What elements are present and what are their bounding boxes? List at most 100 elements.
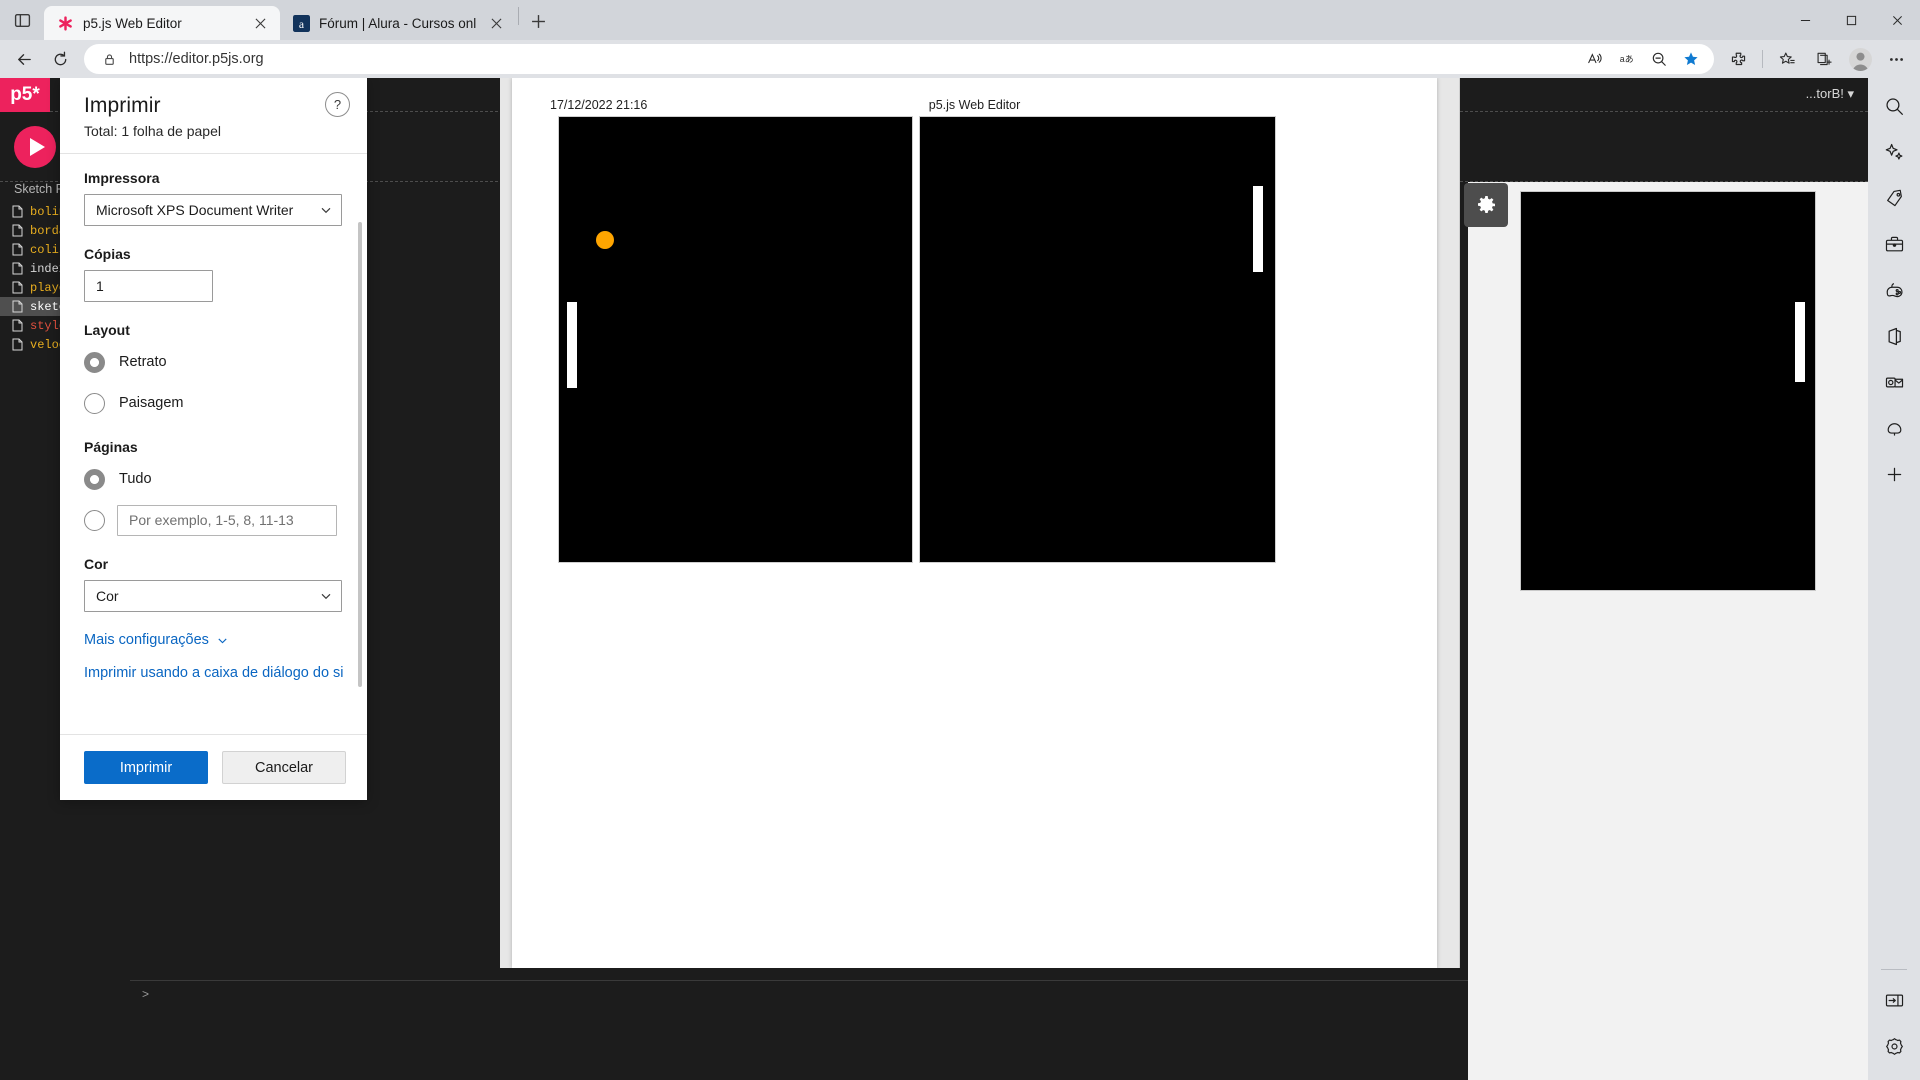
tab-strip: p5.js Web Editor a Fórum | Alura - Curso… — [0, 0, 1920, 40]
custom-pages-placeholder: Por exemplo, 1-5, 8, 11-13 — [129, 512, 294, 528]
system-dialog-label: Imprimir usando a caixa de diálogo do si… — [84, 665, 343, 681]
chevron-down-icon — [218, 638, 227, 643]
print-total-sheets: Total: 1 folha de papel — [84, 123, 221, 139]
minimize-button[interactable] — [1782, 0, 1828, 40]
chevron-down-icon — [321, 593, 331, 600]
copilot-icon[interactable] — [1876, 134, 1912, 170]
tools-icon[interactable] — [1876, 226, 1912, 262]
print-dialog-title: Imprimir — [84, 94, 161, 117]
back-icon[interactable] — [6, 43, 42, 75]
outlook-icon[interactable] — [1876, 364, 1912, 400]
more-settings-link[interactable]: Mais configurações — [84, 632, 343, 648]
close-window-button[interactable] — [1874, 0, 1920, 40]
copies-value: 1 — [96, 278, 104, 294]
close-icon[interactable] — [249, 12, 271, 34]
settings-gear-icon[interactable] — [1876, 1028, 1912, 1064]
printer-label: Impressora — [84, 170, 160, 186]
print-settings-scrollbar[interactable] — [358, 162, 362, 706]
print-dialog: Imprimir Total: 1 folha de papel ? Impre… — [60, 78, 367, 800]
toolbar-right — [1720, 43, 1914, 75]
svg-text:aあ: aあ — [1620, 54, 1634, 64]
shopping-tag-icon[interactable] — [1876, 180, 1912, 216]
add-icon[interactable] — [1876, 456, 1912, 492]
alura-a-icon: a — [293, 14, 310, 32]
pong-canvas-left — [558, 116, 913, 563]
printer-select[interactable]: Microsoft XPS Document Writer — [84, 194, 342, 226]
maximize-button[interactable] — [1828, 0, 1874, 40]
translate-icon[interactable]: aあ — [1612, 46, 1642, 72]
radio-tudo[interactable] — [84, 468, 105, 490]
layout-option-label: Paisagem — [119, 395, 184, 411]
profile-icon[interactable] — [1843, 43, 1877, 75]
print-settings-scroll-thumb[interactable] — [358, 222, 362, 687]
copies-group: Cópias 1 — [84, 246, 343, 302]
address-bar[interactable]: https://editor.p5js.org aあ — [84, 44, 1714, 74]
print-button[interactable]: Imprimir — [84, 751, 208, 784]
collections-icon[interactable] — [1769, 43, 1805, 75]
color-label: Cor — [84, 556, 109, 572]
custom-pages-input[interactable]: Por exemplo, 1-5, 8, 11-13 — [117, 504, 337, 536]
url-text[interactable]: https://editor.p5js.org — [120, 51, 1580, 67]
pages-option-tudo[interactable]: Tudo — [84, 463, 343, 495]
pages-label: Páginas — [84, 439, 138, 455]
zoom-out-icon[interactable] — [1644, 46, 1674, 72]
print-dialog-footer: Imprimir Cancelar — [60, 734, 367, 800]
print-preview-overlay: 17/12/2022 21:16 p5.js Web Editor Imprim… — [0, 78, 1868, 1080]
radio-retrato[interactable] — [84, 351, 105, 373]
pages-option-label: Tudo — [119, 471, 152, 487]
print-preview-region: 17/12/2022 21:16 p5.js Web Editor — [500, 78, 1460, 968]
more-icon[interactable] — [1878, 43, 1914, 75]
tab-title: Fórum | Alura - Cursos online de — [319, 15, 476, 31]
radio-custom-pages[interactable] — [84, 509, 105, 531]
drop-icon[interactable] — [1876, 410, 1912, 446]
tab-title: p5.js Web Editor — [83, 15, 182, 31]
pong-canvas-right — [919, 116, 1276, 563]
office-icon[interactable] — [1876, 318, 1912, 354]
new-tab-button[interactable] — [521, 4, 555, 38]
refresh-icon[interactable] — [42, 43, 78, 75]
extensions-icon[interactable] — [1720, 43, 1756, 75]
layout-label: Layout — [84, 322, 130, 338]
printer-group: Impressora Microsoft XPS Document Writer — [84, 170, 343, 226]
copies-input[interactable]: 1 — [84, 270, 213, 302]
preview-page: 17/12/2022 21:16 p5.js Web Editor — [512, 78, 1437, 968]
layout-option-paisagem[interactable]: Paisagem — [84, 387, 343, 419]
pong-paddle-right — [1253, 186, 1263, 272]
tab-p5js-web-editor[interactable]: p5.js Web Editor — [44, 6, 280, 40]
tab-actions-icon[interactable] — [0, 0, 44, 40]
system-dialog-link[interactable]: Imprimir usando a caixa de diálogo do si… — [84, 665, 343, 681]
omnibox-actions: aあ — [1580, 46, 1710, 72]
copies-label: Cópias — [84, 246, 131, 262]
layout-group: Layout Retrato Paisagem — [84, 322, 343, 419]
edge-sidebar — [1868, 78, 1920, 1080]
color-value: Cor — [96, 588, 119, 604]
toolbar-divider — [1762, 50, 1763, 68]
expand-sidebar-icon[interactable] — [1876, 982, 1912, 1018]
cancel-button[interactable]: Cancelar — [222, 751, 346, 784]
tab-forum-alura[interactable]: a Fórum | Alura - Cursos online de — [280, 6, 516, 40]
color-select[interactable]: Cor — [84, 580, 342, 612]
search-icon[interactable] — [1876, 88, 1912, 124]
chevron-down-icon — [321, 207, 331, 214]
read-aloud-icon[interactable] — [1580, 46, 1610, 72]
tab-divider — [518, 7, 519, 25]
print-dialog-header: Imprimir Total: 1 folha de papel ? — [60, 78, 367, 153]
sidebar-divider — [1881, 969, 1907, 970]
pong-ball — [596, 231, 614, 249]
close-icon[interactable] — [485, 12, 507, 34]
window-controls — [1782, 0, 1920, 40]
favorite-star-icon[interactable] — [1676, 46, 1706, 72]
browser-window: p5.js Web Editor a Fórum | Alura - Curso… — [0, 0, 1920, 1080]
layout-option-retrato[interactable]: Retrato — [84, 346, 343, 378]
pages-option-custom[interactable]: Por exemplo, 1-5, 8, 11-13 — [84, 504, 343, 536]
p5-asterisk-icon — [57, 15, 74, 32]
layout-option-label: Retrato — [119, 354, 167, 370]
radio-paisagem[interactable] — [84, 392, 105, 414]
help-icon[interactable]: ? — [325, 92, 350, 117]
split-screen-icon[interactable] — [1806, 43, 1842, 75]
pong-paddle-left — [567, 302, 577, 388]
games-icon[interactable] — [1876, 272, 1912, 308]
print-dialog-body: Impressora Microsoft XPS Document Writer… — [60, 154, 367, 734]
page-viewport: p5* File Edit Sketch Help ...torB! ▾ Ske… — [0, 78, 1868, 1080]
navigation-toolbar: https://editor.p5js.org aあ — [0, 40, 1920, 78]
